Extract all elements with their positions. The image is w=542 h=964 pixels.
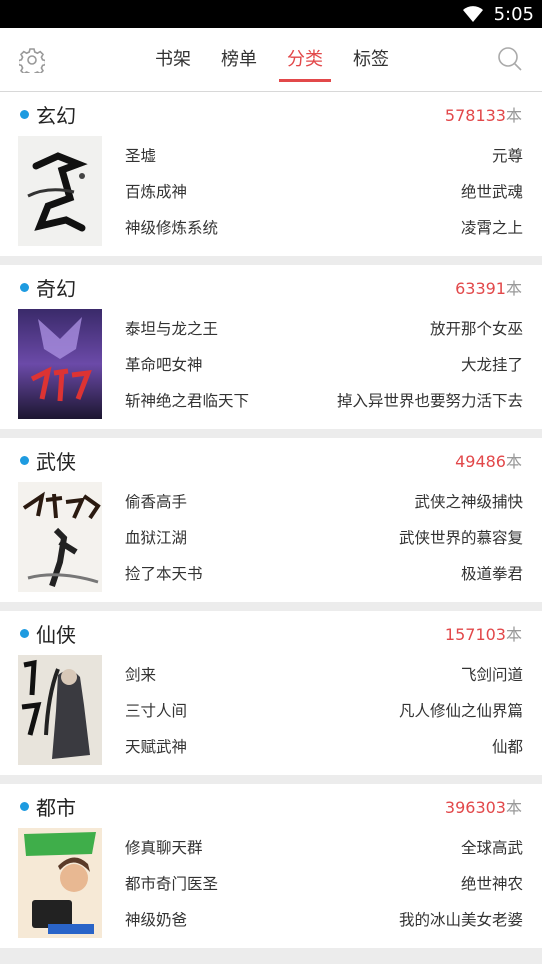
category-count: 63391本 (455, 279, 522, 298)
book-title[interactable]: 斩神绝之君临天下 (125, 389, 249, 411)
category-section-dushi[interactable]: 都市 396303本 修真聊天群 全球高武 都市奇门医圣 绝世神农 神级奶爸 我的冰山… (0, 784, 542, 948)
tab-rankings[interactable]: 榜单 (206, 28, 272, 92)
book-cover[interactable] (18, 309, 102, 419)
book-title[interactable]: 掉入异世界也要努力活下去 (337, 389, 523, 411)
book-title[interactable]: 飞剑问道 (461, 663, 523, 685)
book-title[interactable]: 神级奶爸 (125, 908, 187, 930)
book-title[interactable]: 革命吧女神 (125, 353, 203, 375)
book-title[interactable]: 全球高武 (461, 836, 523, 858)
tab-tags[interactable]: 标签 (338, 28, 404, 92)
bullet-dot (20, 628, 29, 638)
book-cover[interactable] (18, 482, 102, 592)
category-section-wuxia[interactable]: 武侠 49486本 偷香高手 武侠之神级捕快 血狱江湖 武侠世界的慕容复 捡了本天书… (0, 438, 542, 602)
category-name: 都市 (36, 795, 76, 820)
book-cover[interactable] (18, 655, 102, 765)
book-title[interactable]: 凌霄之上 (461, 216, 523, 238)
book-title[interactable]: 修真聊天群 (125, 836, 203, 858)
category-count: 396303本 (444, 798, 522, 817)
gear-icon[interactable] (17, 47, 47, 77)
category-name: 玄幻 (36, 103, 76, 128)
book-title[interactable]: 武侠世界的慕容复 (399, 526, 523, 548)
bullet-dot (20, 109, 29, 119)
book-title[interactable]: 天赋武神 (125, 735, 187, 757)
book-title[interactable]: 神级修炼系统 (125, 216, 218, 238)
category-count: 578133本 (444, 106, 522, 125)
bullet-dot (20, 455, 29, 465)
book-title[interactable]: 极道拳君 (461, 562, 523, 584)
category-section-xuanhuan[interactable]: 玄幻 578133本 圣墟 元尊 百炼成神 绝世武魂 神级修炼系统 凌霄之上 (0, 92, 542, 256)
category-list: 玄幻 578133本 圣墟 元尊 百炼成神 绝世武魂 神级修炼系统 凌霄之上 奇幻 (0, 92, 542, 948)
book-title[interactable]: 绝世神农 (461, 872, 523, 894)
top-nav: 书架 榜单 分类 标签 (0, 28, 542, 92)
book-title[interactable]: 大龙挂了 (461, 353, 523, 375)
category-section-qihuan[interactable]: 奇幻 63391本 泰坦与龙之王 放开那个女巫 革命吧女神 大龙挂了 斩神绝之君临天… (0, 265, 542, 429)
book-title[interactable]: 凡人修仙之仙界篇 (399, 699, 523, 721)
book-title[interactable]: 偷香高手 (125, 490, 187, 512)
book-title[interactable]: 仙都 (492, 735, 523, 757)
status-time: 5:05 (493, 3, 534, 25)
book-title[interactable]: 三寸人间 (125, 699, 187, 721)
tab-categories[interactable]: 分类 (272, 28, 338, 92)
book-title[interactable]: 捡了本天书 (125, 562, 203, 584)
book-title[interactable]: 绝世武魂 (461, 180, 523, 202)
book-title[interactable]: 圣墟 (125, 144, 156, 166)
book-title[interactable]: 我的冰山美女老婆 (399, 908, 523, 930)
book-title[interactable]: 百炼成神 (125, 180, 187, 202)
book-title[interactable]: 武侠之神级捕快 (414, 490, 523, 512)
status-bar: 5:05 (0, 0, 542, 28)
book-title[interactable]: 泰坦与龙之王 (125, 317, 218, 339)
wifi-icon (462, 5, 484, 23)
book-title[interactable]: 剑来 (125, 663, 156, 685)
bullet-dot (20, 801, 29, 811)
search-icon[interactable] (497, 46, 523, 72)
book-title[interactable]: 元尊 (492, 144, 523, 166)
category-name: 奇幻 (36, 276, 76, 301)
book-cover[interactable] (18, 136, 102, 246)
category-count: 157103本 (444, 625, 522, 644)
tab-bookshelf[interactable]: 书架 (140, 28, 206, 92)
book-title[interactable]: 血狱江湖 (125, 526, 187, 548)
book-title[interactable]: 放开那个女巫 (430, 317, 523, 339)
book-cover[interactable] (18, 828, 102, 938)
category-name: 仙侠 (36, 622, 76, 647)
category-name: 武侠 (36, 449, 76, 474)
tab-bar: 书架 榜单 分类 标签 (140, 28, 404, 92)
category-section-xianxia[interactable]: 仙侠 157103本 剑来 飞剑问道 三寸人间 凡人修仙之仙界篇 天赋武神 仙都 (0, 611, 542, 775)
category-count: 49486本 (455, 452, 522, 471)
bullet-dot (20, 282, 29, 292)
book-title[interactable]: 都市奇门医圣 (125, 872, 218, 894)
